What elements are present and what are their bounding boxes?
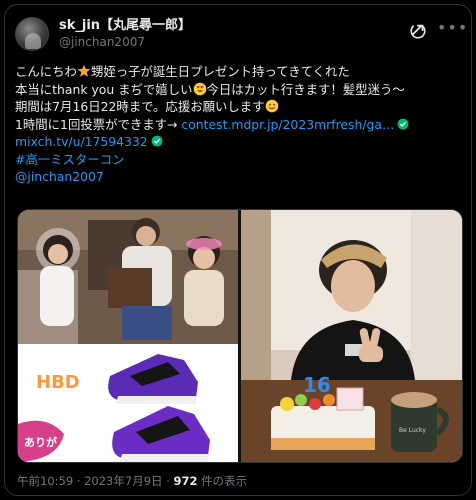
thanks-text: ありが xyxy=(24,435,57,449)
text-segment: 今日はカット行きます！髪型迷う～ xyxy=(206,81,405,97)
author-info[interactable]: sk_jin【丸尾尋一郎】 @jinchan2007 xyxy=(59,18,191,50)
handle[interactable]: @jinchan2007 xyxy=(59,34,191,50)
star-emoji xyxy=(77,64,91,77)
grok-icon[interactable] xyxy=(409,22,427,40)
text-segment: 期間は7月16日22時まで。応援お願いします xyxy=(15,99,265,114)
heart-eyes-emoji xyxy=(193,82,206,95)
tweet-footer: 午前10:59 · 2023年7月9日 · 972 件の表示 xyxy=(17,473,247,489)
mug-text: Be Lucky xyxy=(399,427,426,434)
photo-birthday-illustration: 16 Be Lucky xyxy=(241,210,462,462)
verified-badge-icon xyxy=(397,118,409,129)
tweet-line-3: 期間は7月16日22時まで。応援お願いします xyxy=(15,98,463,116)
hbd-text: HBD xyxy=(36,372,80,393)
more-icon[interactable]: ••• xyxy=(437,20,467,41)
hashtag-link[interactable]: #高一ミスターコン xyxy=(15,151,463,169)
tweet-line-5: mixch.tv/u/17594332 xyxy=(15,133,463,151)
smile-emoji xyxy=(265,99,278,113)
tweet-line-4: 1時間に1回投票ができます→ contest.mdpr.jp/2023mrfre… xyxy=(15,116,463,134)
tweet-card: sk_jin【丸尾尋一郎】 @jinchan2007 ••• こんにちわ 甥姪っ子… xyxy=(4,4,472,496)
tweet-text: こんにちわ 甥姪っ子が誕生日プレゼント持ってきてくれた 本当にthank you … xyxy=(15,63,463,186)
display-name[interactable]: sk_jin【丸尾尋一郎】 xyxy=(59,18,191,34)
tweet-line-1: こんにちわ 甥姪っ子が誕生日プレゼント持ってきてくれた xyxy=(15,63,463,81)
mixch-link[interactable]: mixch.tv/u/17594332 xyxy=(15,134,148,149)
text-segment: 本当にthank you まぢで嬉しい xyxy=(15,81,193,97)
photo-gift-illustration: HBD ありが xyxy=(18,210,238,462)
media-grid[interactable]: HBD ありが 16 Be Lucky xyxy=(17,209,463,463)
timestamp[interactable]: 午前10:59 · 2023年7月9日 · xyxy=(17,474,173,488)
text-segment: 甥姪っ子が誕生日プレゼント持ってきてくれた xyxy=(90,64,350,79)
text-segment: 1時間に1回投票ができます→ xyxy=(15,116,182,132)
photo-birthday[interactable]: 16 Be Lucky xyxy=(241,210,462,462)
view-count: 972 xyxy=(173,474,198,488)
text-segment: こんにちわ xyxy=(15,64,77,79)
mention-link[interactable]: @jinchan2007 xyxy=(15,168,463,186)
tweet-line-2: 本当にthank you まぢで嬉しい 今日はカット行きます！髪型迷う～ xyxy=(15,81,463,99)
views-label: 件の表示 xyxy=(197,474,248,488)
cake-candle-number: 16 xyxy=(303,373,331,397)
photo-gift[interactable]: HBD ありが xyxy=(18,210,238,462)
verified-badge-icon xyxy=(151,135,163,147)
avatar[interactable] xyxy=(15,17,49,51)
contest-link[interactable]: contest.mdpr.jp/2023mrfresh/ga… xyxy=(181,117,394,132)
tweet-header: sk_jin【丸尾尋一郎】 @jinchan2007 ••• xyxy=(15,15,467,55)
